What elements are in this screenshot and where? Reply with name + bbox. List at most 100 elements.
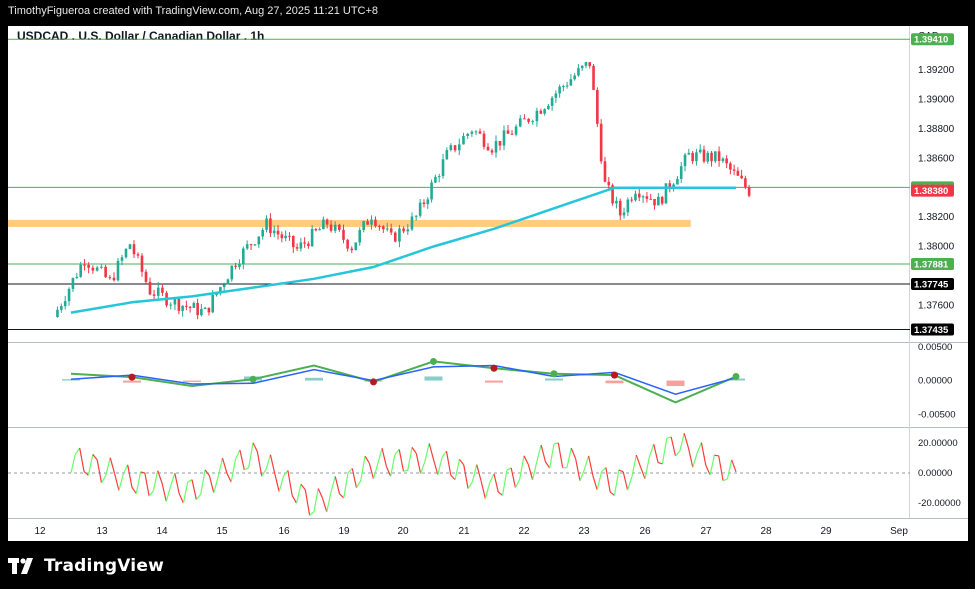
candle-body	[437, 176, 441, 178]
candle-body	[382, 226, 385, 230]
candle-body	[535, 110, 539, 122]
candle-body	[562, 86, 565, 88]
candle-body	[299, 242, 303, 249]
candle-body	[338, 224, 341, 230]
chart-title: USDCAD . U.S. Dollar / Canadian Dollar .…	[17, 29, 264, 43]
candle-body	[124, 248, 128, 258]
candle-body	[333, 224, 337, 231]
candle-body	[729, 163, 732, 170]
candle-body	[192, 302, 196, 308]
candle-body	[91, 267, 95, 271]
candle-body	[350, 248, 354, 251]
candle-body	[410, 216, 414, 230]
price-pane[interactable]	[8, 26, 910, 342]
candle-body	[398, 228, 401, 242]
time-tick-label: 20	[397, 526, 409, 537]
time-tick-label: 21	[458, 526, 470, 537]
candle-body	[87, 264, 90, 268]
candle-body	[116, 260, 120, 281]
time-tick-label: 22	[518, 526, 530, 537]
candle-body	[318, 229, 321, 231]
price-label-text: 1.38380	[914, 186, 948, 197]
macd-cross-dot	[430, 357, 437, 365]
time-tick-label: 15	[216, 526, 228, 537]
candle-body	[691, 152, 694, 162]
candle-body	[230, 265, 234, 280]
candle-body	[679, 166, 683, 179]
candle-body	[426, 199, 430, 205]
candle-body	[67, 288, 71, 302]
candle-body	[280, 234, 284, 239]
macd-histogram-bar	[485, 380, 503, 383]
time-tick-label: 28	[760, 526, 772, 537]
candle-body	[596, 89, 599, 124]
candle-body	[630, 199, 633, 201]
time-tick-label: 19	[338, 526, 350, 537]
candle-body	[329, 224, 333, 231]
candle-body	[207, 307, 211, 313]
macd-tick-label: -0.00500	[918, 410, 956, 421]
candle-body	[291, 235, 295, 248]
candle-body	[660, 196, 664, 204]
candle-body	[104, 266, 107, 278]
candle-body	[346, 239, 349, 249]
candle-body	[418, 202, 422, 216]
candle-body	[393, 232, 397, 242]
candle-body	[554, 93, 558, 98]
macd-histogram-bar	[424, 376, 443, 381]
candle-body	[634, 193, 637, 201]
candle-body	[527, 118, 530, 122]
candle-body	[295, 247, 299, 249]
candle-body	[60, 306, 63, 310]
candle-body	[120, 257, 124, 261]
candle-body	[242, 248, 245, 264]
candle-body	[543, 109, 546, 114]
macd-histogram-bar	[545, 378, 563, 381]
macd-pane[interactable]	[8, 343, 910, 427]
tradingview-logo-icon	[8, 558, 33, 574]
candle-body	[622, 212, 626, 216]
candle-body	[161, 287, 164, 293]
tradingview-logo[interactable]: TradingView	[8, 553, 164, 579]
candle-body	[385, 228, 389, 230]
candle-body	[307, 243, 310, 247]
candle-body	[747, 187, 751, 196]
candle-body	[603, 161, 607, 182]
candle-body	[618, 200, 622, 216]
candle-body	[588, 62, 592, 66]
candle-body	[641, 196, 645, 198]
candle-body	[645, 196, 649, 199]
candle-body	[732, 169, 736, 171]
trading-chart[interactable]: USDCAD . U.S. Dollar / Canadian Dollar .…	[0, 22, 975, 547]
macd-cross-dot	[490, 364, 498, 372]
candle-body	[565, 85, 569, 87]
candle-body	[626, 199, 630, 213]
candle-body	[486, 146, 490, 151]
time-tick-label: 14	[156, 526, 168, 537]
candle-body	[580, 65, 584, 69]
candle-body	[152, 294, 156, 296]
candle-body	[592, 65, 595, 90]
candle-body	[284, 235, 287, 239]
time-tick-label: Sep	[890, 526, 908, 537]
candle-body	[725, 158, 728, 164]
candle-body	[303, 242, 306, 244]
candle-body	[269, 218, 272, 234]
candle-body	[322, 219, 325, 230]
price-label-text: 1.37745	[914, 279, 949, 290]
candle-body	[136, 254, 140, 256]
candle-body	[569, 79, 573, 86]
candle-body	[211, 294, 215, 313]
candle-body	[502, 130, 506, 146]
candle-body	[573, 75, 576, 80]
candle-body	[83, 264, 86, 266]
candle-body	[637, 193, 641, 198]
momentum-segment	[714, 454, 719, 457]
macd-histogram-bar	[605, 380, 624, 384]
price-tick-label: 1.38800	[918, 124, 955, 135]
candle-body	[366, 221, 369, 225]
candle-body	[494, 141, 498, 153]
price-label-text: 1.37881	[914, 259, 949, 270]
candle-body	[378, 226, 381, 228]
candle-body	[482, 133, 486, 147]
